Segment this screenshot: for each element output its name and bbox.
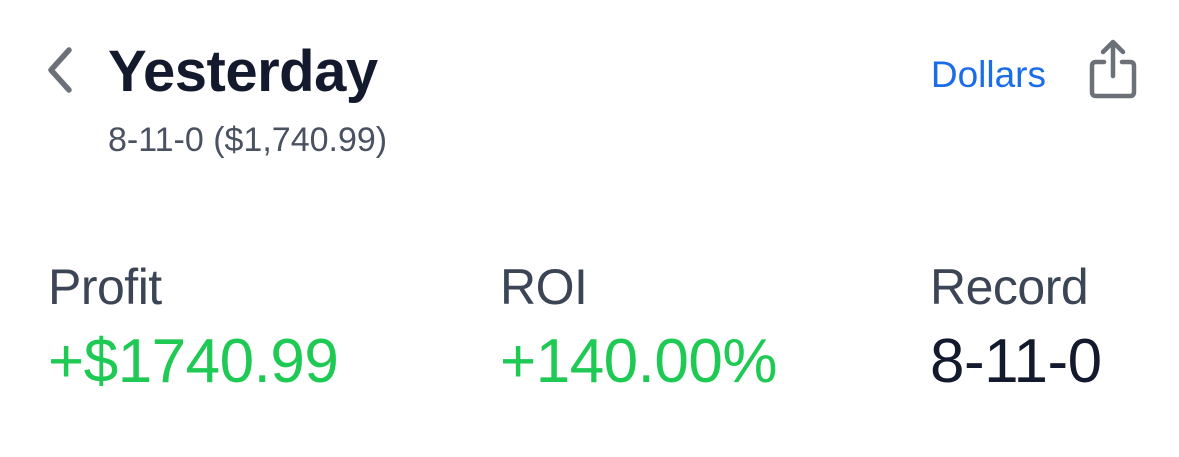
roi-label: ROI bbox=[500, 259, 588, 315]
share-icon bbox=[1087, 38, 1139, 105]
roi-stat: ROI +140.00% bbox=[500, 256, 777, 400]
profit-stat: Profit +$1740.99 bbox=[48, 256, 339, 400]
chevron-left-icon bbox=[42, 44, 78, 101]
units-toggle-button[interactable]: Dollars bbox=[931, 52, 1046, 98]
page-subtitle: 8-11-0 ($1,740.99) bbox=[108, 121, 388, 159]
record-value: 8-11-0 bbox=[930, 327, 1102, 396]
page-title: Yesterday bbox=[108, 39, 378, 104]
record-stat: Record 8-11-0 bbox=[930, 256, 1102, 400]
record-label: Record bbox=[930, 259, 1089, 315]
back-button[interactable] bbox=[38, 44, 82, 100]
roi-value: +140.00% bbox=[500, 327, 777, 396]
profit-label: Profit bbox=[48, 259, 162, 315]
profit-value: +$1740.99 bbox=[48, 327, 339, 396]
share-button[interactable] bbox=[1086, 38, 1140, 105]
